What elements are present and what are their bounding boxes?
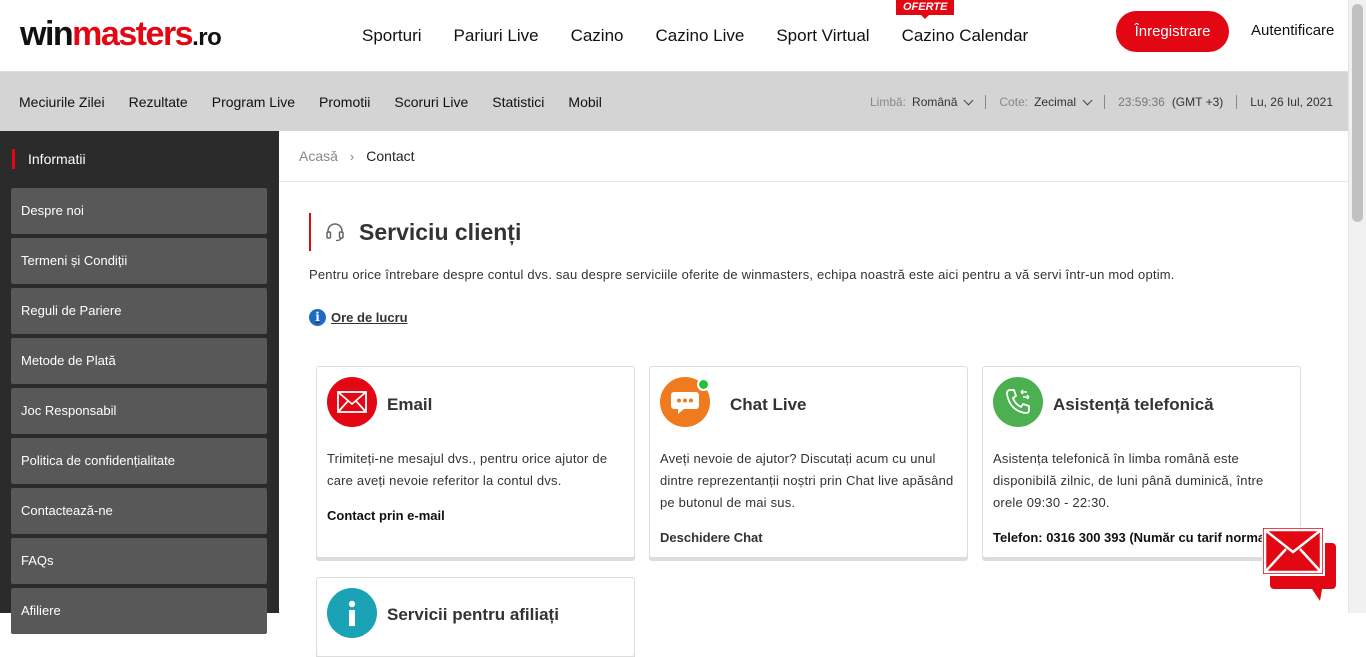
clock-timezone: (GMT +3): [1171, 94, 1224, 109]
top-header: winmasters.ro Sporturi Pariuri Live Cazi…: [0, 0, 1348, 72]
email-contact-link[interactable]: Contact prin e-mail: [327, 508, 445, 523]
subnav-mobil[interactable]: Mobil: [568, 94, 601, 110]
sidebar-item-despre-noi[interactable]: Despre noi: [11, 188, 267, 234]
online-status-icon: [697, 378, 710, 391]
subnav-program-live[interactable]: Program Live: [212, 94, 295, 110]
odds-selector[interactable]: Cote: Zecimal: [999, 94, 1093, 109]
logo-part-masters: masters: [72, 15, 193, 53]
working-hours-link[interactable]: i Ore de lucru: [309, 309, 408, 326]
working-hours-label: Ore de lucru: [331, 310, 408, 325]
divider: [279, 181, 1348, 182]
envelope-icon: [327, 377, 377, 427]
nav-sport-virtual[interactable]: Sport Virtual: [776, 24, 869, 48]
headset-icon: [326, 223, 344, 242]
sidebar-item-metode-plata[interactable]: Metode de Plată: [11, 338, 267, 384]
subnav-promotii[interactable]: Promotii: [319, 94, 370, 110]
site-settings: Limbă: Română Cote: Zecimal 23:59:36 (GM…: [870, 72, 1333, 131]
chevron-down-icon: [963, 95, 974, 105]
phone-number-link[interactable]: Telefon: 0316 300 393 (Număr cu tarif no…: [993, 530, 1273, 545]
nav-cazino[interactable]: Cazino: [571, 24, 624, 48]
card-text: Trimiteți-ne mesajul dvs., pentru orice …: [327, 451, 608, 488]
register-button[interactable]: Înregistrare: [1116, 11, 1229, 52]
info-icon: [327, 588, 377, 638]
open-chat-link[interactable]: Deschidere Chat: [660, 530, 763, 545]
card-title: Servicii pentru afiliați: [387, 605, 559, 624]
section-header: Serviciu clienți: [309, 213, 521, 251]
subnav-statistici[interactable]: Statistici: [492, 94, 544, 110]
affiliates-card: Servicii pentru afiliați: [316, 577, 635, 657]
odds-value: Zecimal: [1034, 94, 1077, 109]
sidebar-item-afiliere[interactable]: Afiliere: [11, 588, 267, 634]
card-title: Asistență telefonică: [1053, 395, 1214, 414]
phone-icon: [993, 377, 1043, 427]
main-content: Acasă › Contact Serviciu clienți Pentru …: [279, 131, 1348, 657]
breadcrumb-current: Contact: [366, 148, 415, 164]
subnav-scoruri-live[interactable]: Scoruri Live: [394, 94, 468, 110]
divider: [985, 94, 987, 109]
chat-card: Chat Live Aveți nevoie de ajutor? Discut…: [649, 366, 968, 558]
info-icon: i: [309, 309, 326, 326]
sidebar-item-contact[interactable]: Contactează-ne: [11, 488, 267, 534]
sub-header: Meciurile Zilei Rezultate Program Live P…: [0, 72, 1348, 131]
oferte-badge: OFERTE: [896, 0, 955, 19]
language-label: Limbă:: [870, 94, 907, 109]
divider: [1236, 94, 1238, 109]
nav-sporturi[interactable]: Sporturi: [362, 24, 422, 48]
envelope-icon: [1261, 526, 1336, 601]
page-title: Serviciu clienți: [359, 218, 522, 245]
card-text: Aveți nevoie de ajutor? Discutați acum c…: [660, 451, 954, 510]
sidebar-item-reguli[interactable]: Reguli de Pariere: [11, 288, 267, 334]
card-title: Email: [387, 395, 433, 414]
card-title: Chat Live: [730, 395, 807, 414]
page-scrollbar[interactable]: [1348, 0, 1366, 613]
sidebar-item-politica[interactable]: Politica de confidențialitate: [11, 438, 267, 484]
breadcrumb-home[interactable]: Acasă: [299, 148, 338, 164]
phone-card: Asistență telefonică Asistența telefonic…: [982, 366, 1301, 558]
current-date: Lu, 26 Iul, 2021: [1250, 94, 1333, 109]
nav-pariuri-live[interactable]: Pariuri Live: [454, 24, 539, 48]
info-sidebar: Informatii Despre noi Termeni și Condiți…: [0, 131, 279, 634]
subnav-meciurile-zilei[interactable]: Meciurile Zilei: [19, 94, 105, 110]
section-description: Pentru orice întrebare despre contul dvs…: [309, 267, 1175, 282]
odds-label: Cote:: [999, 94, 1029, 109]
nav-cazino-live[interactable]: Cazino Live: [656, 24, 745, 48]
email-card: Email Trimiteți-ne mesajul dvs., pentru …: [316, 366, 635, 558]
card-text: Asistența telefonică în limba română est…: [993, 451, 1264, 510]
chevron-down-icon: [1082, 95, 1093, 105]
breadcrumb: Acasă › Contact: [299, 148, 415, 164]
sidebar-item-joc-responsabil[interactable]: Joc Responsabil: [11, 388, 267, 434]
scrollbar-thumb[interactable]: [1352, 4, 1363, 222]
winmasters-logo[interactable]: winmasters.ro: [20, 14, 222, 58]
chevron-right-icon: ›: [349, 148, 355, 164]
language-value: Română: [912, 94, 958, 109]
login-link[interactable]: Autentificare: [1251, 22, 1334, 39]
subnav-rezultate[interactable]: Rezultate: [129, 94, 188, 110]
sidebar-title: Informatii: [12, 149, 86, 169]
secondary-nav: Meciurile Zilei Rezultate Program Live P…: [19, 72, 626, 131]
divider: [1104, 94, 1106, 109]
language-selector[interactable]: Limbă: Română: [870, 94, 974, 109]
logo-part-ro: .ro: [192, 24, 222, 51]
sidebar-item-faqs[interactable]: FAQs: [11, 538, 267, 584]
logo-part-win: win: [20, 15, 74, 53]
clock-time: 23:59:36: [1118, 94, 1165, 109]
sidebar-item-termeni[interactable]: Termeni și Condiții: [11, 238, 267, 284]
floating-contact-button[interactable]: [1261, 526, 1336, 601]
nav-cazino-calendar[interactable]: Cazino Calendar: [902, 24, 1029, 48]
